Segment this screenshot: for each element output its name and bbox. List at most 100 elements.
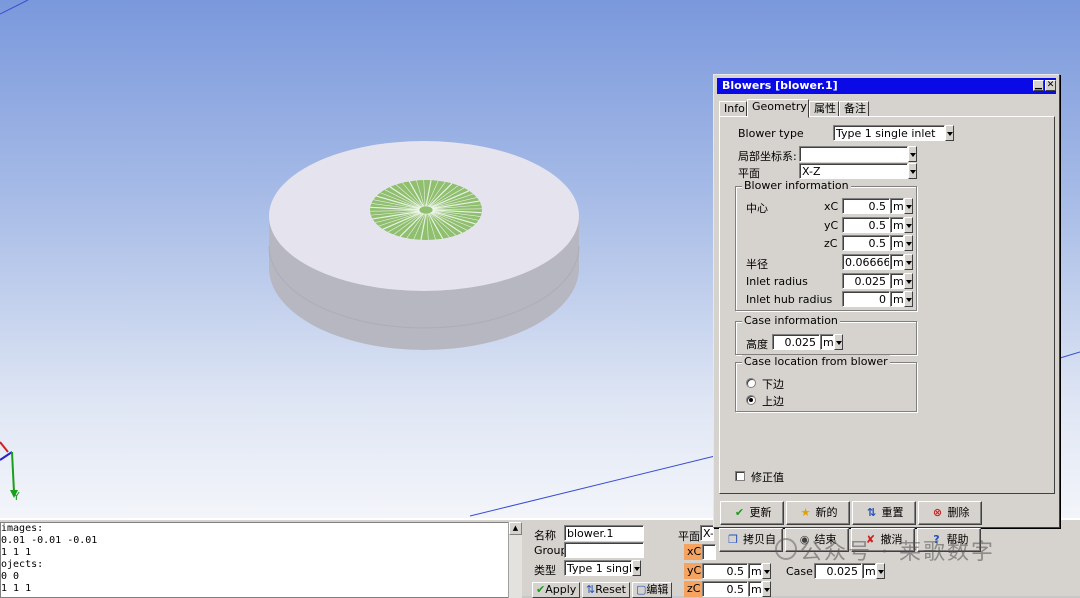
group-label: Group: [534, 544, 568, 557]
xc-field[interactable]: 0.5: [842, 198, 890, 214]
plane-field[interactable]: X-: [700, 525, 714, 541]
inlet-radius-unit[interactable]: m: [890, 273, 904, 289]
inlet-radius-label: Inlet radius: [746, 275, 808, 288]
name-label: 名称: [534, 529, 556, 542]
log-line: ojects:: [1, 559, 44, 570]
reset-icon: ⇅: [866, 506, 877, 519]
tab-info[interactable]: Info: [719, 101, 747, 117]
blower-type-select[interactable]: Type 1 single inlet: [833, 125, 945, 141]
zc-unit-dropdown[interactable]: [904, 235, 913, 251]
zc-field[interactable]: 0.5: [702, 581, 748, 597]
xc-label: xC: [824, 200, 839, 213]
xc-unit-dropdown[interactable]: [904, 198, 913, 214]
zc-field[interactable]: 0.5: [842, 235, 890, 251]
blower-type-label: Blower type: [738, 127, 804, 140]
type-select[interactable]: Type 1 single i: [564, 560, 632, 576]
log-line: 0.01 -0.01 -0.01: [1, 535, 98, 546]
below-radio[interactable]: [746, 378, 756, 388]
dialog-titlebar[interactable]: Blowers [blower.1] ▁ ✕: [717, 78, 1056, 94]
message-log[interactable]: images: 0.01 -0.01 -0.01 1 1 1 ojects: 0…: [0, 522, 522, 598]
watermark-text: 公众号 · 莱歌数字: [800, 540, 995, 565]
update-button[interactable]: ✔ 更新: [720, 501, 784, 525]
tab-geometry[interactable]: Geometry: [747, 99, 809, 118]
edit-icon: ▢: [636, 583, 647, 596]
minimize-icon[interactable]: ▁: [1033, 80, 1044, 91]
height-unit-dropdown[interactable]: [834, 334, 843, 350]
case-info-title: Case information: [742, 314, 840, 327]
log-line: 0 0: [1, 571, 20, 582]
inlet-hub-unit[interactable]: m: [890, 291, 904, 307]
local-coord-label: 局部坐标系:: [738, 150, 797, 163]
blowers-dialog: Blowers [blower.1] ▁ ✕ Info Geometry 属性 …: [713, 74, 1060, 528]
geometry-panel: Blower type Type 1 single inlet 局部坐标系: 平…: [719, 116, 1055, 494]
star-icon: ★: [800, 506, 811, 519]
plane-dropdown[interactable]: [908, 163, 917, 179]
radius-unit-dropdown[interactable]: [904, 254, 913, 270]
above-label: 上边: [762, 395, 784, 408]
yc-unit[interactable]: m: [748, 563, 762, 579]
group-field[interactable]: [564, 542, 644, 558]
name-field[interactable]: blower.1: [564, 525, 644, 541]
scroll-up-arrow-icon[interactable]: ▲: [509, 522, 522, 535]
height-label: 高度: [746, 338, 768, 351]
radius-label: 半径: [746, 258, 768, 271]
yc-unit-dropdown[interactable]: [762, 563, 771, 579]
inlet-radius-unit-dropdown[interactable]: [904, 273, 913, 289]
copy-icon: ❐: [728, 533, 738, 546]
reset-icon: ⇅: [586, 583, 596, 596]
guide-line-top: [0, 0, 29, 15]
radius-field[interactable]: 0.0666666: [842, 254, 890, 270]
zc-unit[interactable]: m: [748, 581, 762, 597]
tab-notes[interactable]: 备注: [839, 101, 869, 117]
delete-icon: ⊗: [932, 506, 943, 519]
log-line: 1 1 1: [1, 547, 32, 558]
zc-unit[interactable]: m: [890, 235, 904, 251]
reset-button[interactable]: ⇅ 重置: [852, 501, 916, 525]
blower-type-dropdown[interactable]: [945, 125, 954, 141]
new-button[interactable]: ★ 新的: [786, 501, 850, 525]
correction-checkbox[interactable]: [735, 471, 745, 481]
watermark-logo-icon: [775, 538, 797, 560]
type-dropdown-button[interactable]: [632, 560, 641, 576]
zc-unit-dropdown[interactable]: [762, 581, 771, 597]
type-label: 类型: [534, 564, 556, 577]
yc-unit-dropdown[interactable]: [904, 217, 913, 233]
radius-unit[interactable]: m: [890, 254, 904, 270]
blower-info-group: Blower information 中心 xC 0.5 m yC 0.5 m …: [735, 179, 917, 311]
guide-line-bottom: [469, 455, 716, 517]
local-coord-dropdown[interactable]: [908, 146, 917, 162]
dialog-title: Blowers [blower.1]: [722, 79, 838, 92]
yc-unit[interactable]: m: [890, 217, 904, 233]
height-unit[interactable]: m: [820, 334, 834, 350]
height-field[interactable]: 0.025: [772, 334, 820, 350]
local-coord-select[interactable]: [799, 146, 908, 162]
tab-properties[interactable]: 属性: [809, 101, 839, 117]
guide-line-right: [1059, 351, 1080, 359]
correction-label: 修正值: [751, 471, 784, 484]
yc-field[interactable]: 0.5: [702, 563, 748, 579]
above-radio[interactable]: [746, 395, 756, 405]
case-info-group: Case information 高度 0.025 m: [735, 314, 917, 355]
plane-select[interactable]: X-Z: [799, 163, 908, 179]
plane-label: 平面: [678, 530, 700, 543]
inlet-hub-field[interactable]: 0: [842, 291, 890, 307]
inlet-hub-label: Inlet hub radius: [746, 293, 833, 306]
log-line: 1 1 1: [1, 583, 32, 594]
case-location-group: Case location from blower 下边 上边: [735, 355, 917, 412]
delete-button[interactable]: ⊗ 删除: [918, 501, 982, 525]
axis-x: [0, 441, 9, 453]
fan-impeller: [370, 180, 482, 240]
inlet-radius-field[interactable]: 0.025: [842, 273, 890, 289]
xc-field[interactable]: [702, 544, 716, 560]
message-log-scrollbar[interactable]: ▲: [508, 522, 522, 598]
yc-label: yC: [824, 219, 839, 232]
inlet-hub-unit-dropdown[interactable]: [904, 291, 913, 307]
check-icon: ✔: [536, 583, 546, 596]
xc-unit[interactable]: m: [890, 198, 904, 214]
axis-z: [0, 451, 13, 461]
copy-from-button[interactable]: ❐ 拷贝自: [719, 528, 783, 552]
close-icon[interactable]: ✕: [1045, 80, 1056, 91]
zc-label: zC: [684, 581, 704, 597]
center-label: 中心: [746, 202, 768, 215]
yc-field[interactable]: 0.5: [842, 217, 890, 233]
